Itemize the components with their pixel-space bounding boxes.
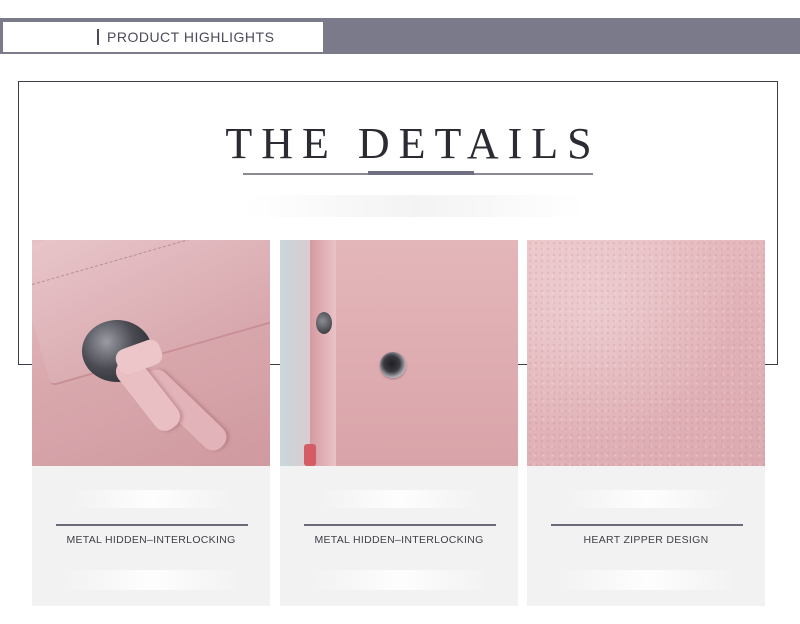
snap-button — [380, 352, 406, 378]
detail-card-2: METAL HIDDEN–INTERLOCKING — [280, 240, 518, 606]
header-divider — [97, 29, 99, 45]
details-title: THE DETAILS — [225, 119, 601, 168]
detail-caption: METAL HIDDEN–INTERLOCKING — [314, 534, 484, 546]
faded-text — [320, 490, 480, 508]
leather-texture — [527, 240, 765, 466]
faded-text — [557, 570, 737, 590]
side-snap — [316, 312, 332, 334]
detail-photo-snap — [280, 240, 518, 466]
section-label: PRODUCT HIGHLIGHTS — [107, 29, 275, 45]
caption-divider — [551, 524, 743, 526]
bag-fold — [310, 240, 336, 466]
detail-photo-clasp — [32, 240, 270, 466]
caption-divider — [304, 524, 496, 526]
detail-card-1: METAL HIDDEN–INTERLOCKING — [32, 240, 270, 606]
faded-text — [62, 570, 242, 590]
faded-text — [310, 570, 490, 590]
detail-photo-texture — [527, 240, 765, 466]
faded-text — [72, 490, 232, 508]
faded-text — [567, 490, 727, 508]
section-header: PRODUCT HIGHLIGHTS — [3, 22, 323, 52]
faded-subtitle-strip — [245, 195, 585, 217]
detail-card-3: HEART ZIPPER DESIGN — [527, 240, 765, 606]
title-underline-accent — [368, 171, 474, 175]
caption-divider — [56, 524, 248, 526]
detail-caption: HEART ZIPPER DESIGN — [583, 534, 709, 546]
detail-caption: METAL HIDDEN–INTERLOCKING — [66, 534, 236, 546]
red-accent — [304, 444, 316, 466]
